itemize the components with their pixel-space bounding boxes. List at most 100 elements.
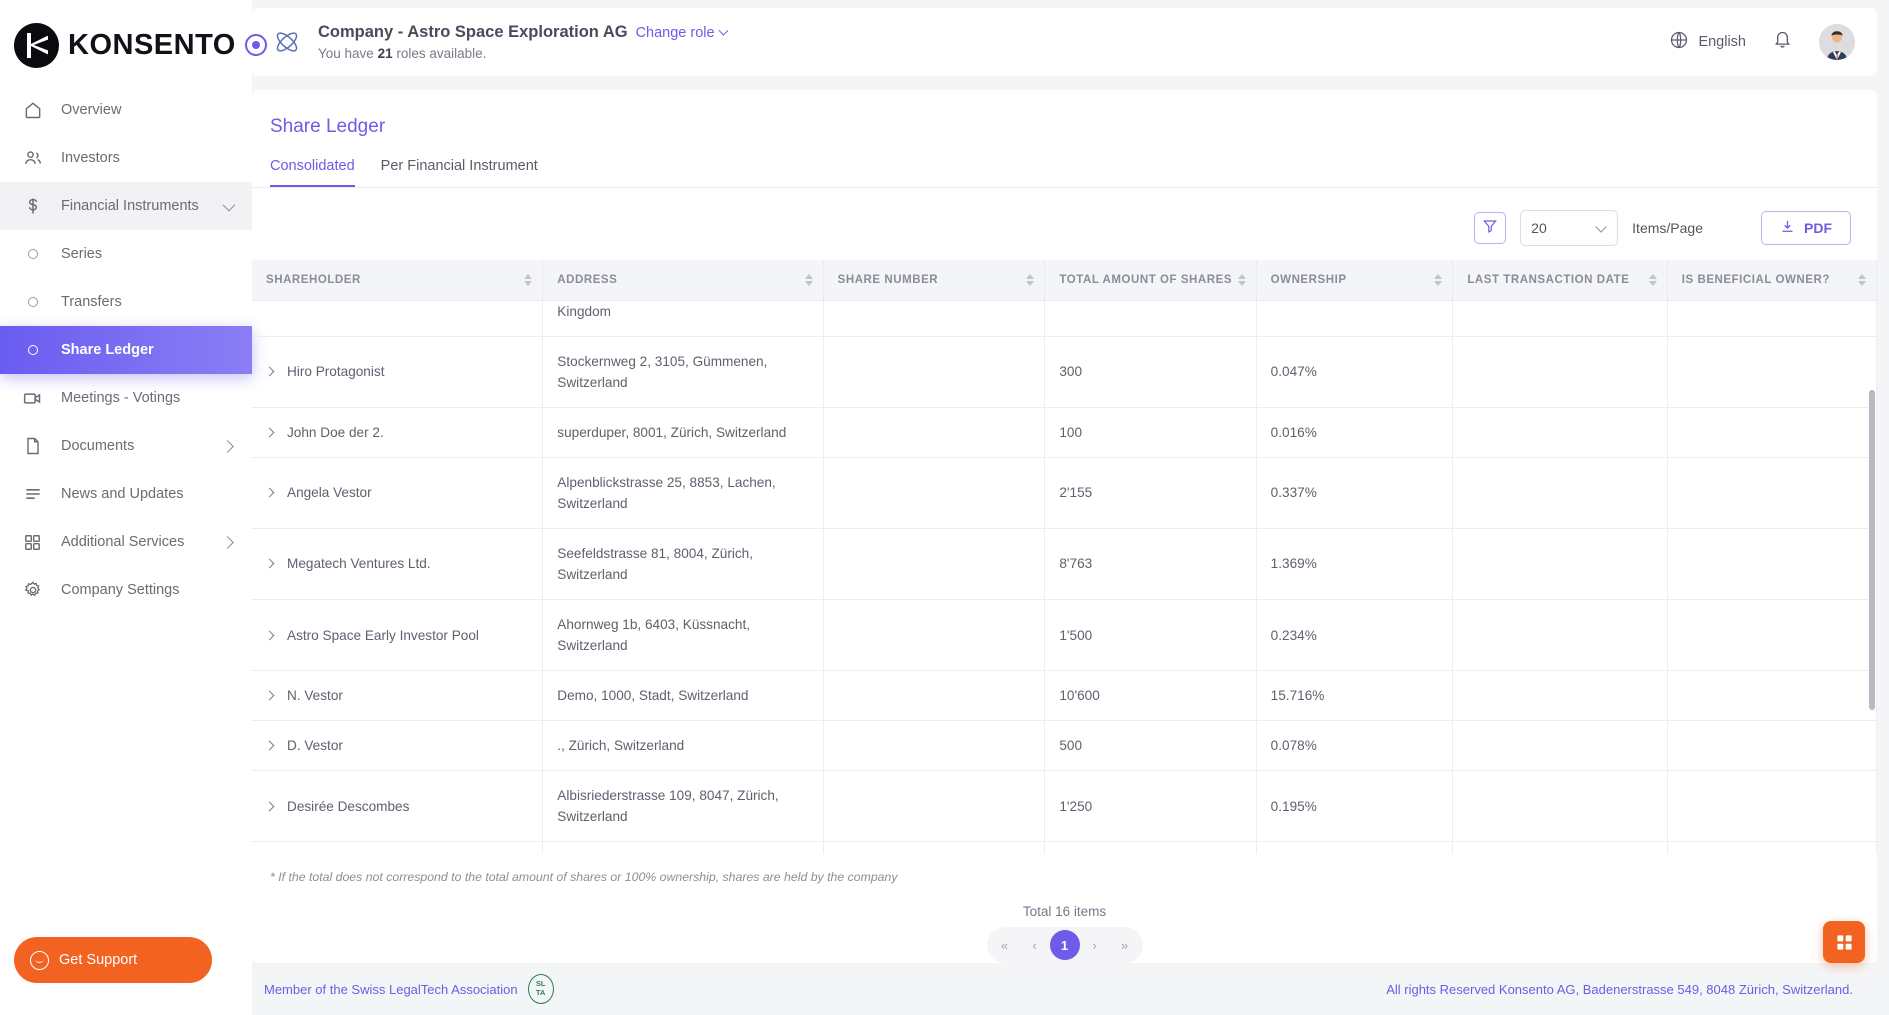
brand-logo[interactable]: KONSENTO (0, 0, 267, 68)
widget-launcher-button[interactable] (1823, 921, 1865, 963)
column-header-address[interactable]: ADDRESS (542, 260, 824, 301)
table-row[interactable]: Megatech Ventures Ltd. Seefeldstrasse 81,… (252, 528, 1877, 601)
pagination-next[interactable]: › (1080, 930, 1110, 960)
sidebar-item-news-and-updates[interactable]: News and Updates (0, 470, 252, 518)
change-role-link[interactable]: Change role (636, 25, 729, 41)
column-label: SHAREHOLDER (266, 273, 361, 286)
sidebar-item-investors[interactable]: Investors (0, 134, 252, 182)
sort-icon[interactable] (1026, 273, 1035, 286)
language-label: English (1698, 34, 1746, 50)
expand-row-icon[interactable] (264, 427, 275, 438)
sidebar: KONSENTO Overview Investors Financial In… (0, 0, 267, 1015)
cell-shareholder: D. Vestor (252, 720, 544, 772)
sidebar-item-company-settings[interactable]: Company Settings (0, 566, 252, 614)
roles-count: 21 (377, 46, 393, 61)
sidebar-item-additional-services[interactable]: Additional Services (0, 518, 252, 566)
table-toolbar: 102050100 Items/Page PDF (252, 188, 1877, 260)
cell-beneficial-owner (1667, 336, 1877, 408)
expand-row-icon[interactable] (264, 801, 275, 812)
pagination-page-1[interactable]: 1 (1049, 930, 1080, 960)
cell-beneficial-owner (1667, 841, 1877, 854)
expand-row-icon[interactable] (264, 690, 275, 701)
cell-ownership: 15.716% (1256, 670, 1454, 722)
company-title: Company - Astro Space Exploration AG (318, 23, 628, 41)
expand-row-icon[interactable] (264, 366, 275, 377)
sort-icon[interactable] (1434, 273, 1443, 286)
list-icon (22, 484, 43, 505)
expand-row-icon[interactable] (264, 630, 275, 641)
table-row-clipped[interactable]: Kingdom (252, 300, 1877, 337)
chevron-down-icon[interactable] (222, 198, 236, 211)
filter-button[interactable] (1474, 212, 1507, 244)
table-scrollbar-thumb[interactable] (1869, 390, 1875, 710)
cell-share-number (823, 720, 1046, 772)
cell-total-shares: 8'763 (1044, 528, 1257, 601)
table-row[interactable]: Klaus .Test, 1111, TEST, Afghanistan 15'0… (252, 841, 1877, 854)
topbar: Company - Astro Space Exploration AG Chan… (252, 8, 1877, 76)
footer-association-text[interactable]: Member of the Swiss LegalTech Associatio… (264, 982, 518, 997)
main-region: Company - Astro Space Exploration AG Chan… (252, 0, 1889, 1015)
chevron-right-icon[interactable] (221, 439, 234, 453)
pagination-first[interactable]: « (990, 930, 1020, 960)
sort-icon[interactable] (1648, 273, 1657, 286)
get-support-button[interactable]: Get Support (14, 937, 212, 983)
column-header-shareholder[interactable]: SHAREHOLDER (252, 260, 544, 301)
expand-row-icon[interactable] (264, 487, 275, 498)
cell-share-number (823, 407, 1046, 458)
export-pdf-button[interactable]: PDF (1761, 211, 1851, 245)
cell-share-number (823, 457, 1046, 529)
tabs: Consolidated Per Financial Instrument (252, 138, 1877, 187)
table-row[interactable]: Desirée Descombes Albisriederstrasse 109,… (252, 770, 1877, 843)
user-avatar[interactable] (1819, 24, 1855, 60)
items-per-page-select-wrap: 102050100 (1520, 210, 1619, 246)
table-row[interactable]: Angela Vestor Alpenblickstrasse 25, 8853,… (252, 457, 1877, 529)
sort-icon[interactable] (804, 273, 813, 286)
items-per-page-select[interactable]: 102050100 (1520, 210, 1619, 246)
notifications-bell-icon[interactable] (1772, 29, 1793, 55)
cell-shareholder: Klaus . (252, 841, 544, 854)
sidebar-item-share-ledger[interactable]: Share Ledger (0, 326, 252, 374)
column-header-share-number[interactable]: SHARE NUMBER (823, 260, 1046, 301)
column-header-is-beneficial-owner[interactable]: IS BENEFICIAL OWNER? (1667, 260, 1877, 301)
expand-row-icon[interactable] (264, 740, 275, 751)
table-scroll-region[interactable]: SHAREHOLDER ADDRESS SHARE NUMBER TOTAL A… (252, 260, 1877, 854)
cell-beneficial-owner (1667, 528, 1877, 601)
bullet-icon (22, 340, 43, 361)
pagination-prev[interactable]: ‹ (1020, 930, 1050, 960)
cell-total-shares: 300 (1044, 336, 1257, 408)
sidebar-item-overview[interactable]: Overview (0, 86, 252, 134)
sidebar-item-financial-instruments[interactable]: Financial Instruments (0, 182, 252, 230)
table-row[interactable]: D. Vestor ., Zürich, Switzerland 500 0.078% (252, 720, 1877, 772)
cell-last-transaction-date (1452, 670, 1668, 722)
table-row[interactable]: Hiro Protagonist Stockernweg 2, 3105, Güm… (252, 336, 1877, 408)
sort-icon[interactable] (1858, 273, 1866, 286)
bullet-icon (22, 244, 43, 265)
table-row[interactable]: Astro Space Early Investor Pool Ahornweg … (252, 599, 1877, 672)
smiley-icon (30, 950, 49, 970)
sidebar-item-transfers[interactable]: Transfers (0, 278, 252, 326)
pagination-last[interactable]: » (1110, 930, 1140, 960)
shareholder-name: N. Vestor (287, 688, 343, 704)
sort-icon[interactable] (1237, 273, 1246, 286)
column-header-last-transaction-date[interactable]: LAST TRANSACTION DATE (1452, 260, 1668, 301)
column-header-ownership[interactable]: OWNERSHIP (1256, 260, 1454, 301)
cell-address: superduper, 8001, Zürich, Switzerland (542, 407, 824, 458)
grid-icon (22, 532, 43, 553)
shareholder-name: Desirée Descombes (287, 798, 410, 814)
language-selector[interactable]: English (1669, 30, 1746, 54)
tab-consolidated[interactable]: Consolidated (270, 158, 355, 187)
table-row[interactable]: John Doe der 2. superduper, 8001, Zürich,… (252, 407, 1877, 458)
tab-per-financial-instrument[interactable]: Per Financial Instrument (381, 158, 538, 187)
sort-icon[interactable] (524, 273, 533, 286)
column-header-total-amount-of-shares[interactable]: TOTAL AMOUNT OF SHARES (1044, 260, 1257, 301)
chevron-right-icon[interactable] (221, 535, 234, 549)
sidebar-item-series[interactable]: Series (0, 230, 252, 278)
sidebar-item-label: Series (61, 246, 103, 262)
cell-beneficial-owner (1667, 300, 1877, 337)
cell-share-number (823, 599, 1046, 672)
cell-address: Seefeldstrasse 81, 8004, Zürich, Switzer… (542, 528, 824, 601)
sidebar-item-documents[interactable]: Documents (0, 422, 252, 470)
table-row[interactable]: N. Vestor Demo, 1000, Stadt, Switzerland 1… (252, 670, 1877, 722)
expand-row-icon[interactable] (264, 558, 275, 569)
sidebar-item-meetings-votings[interactable]: Meetings - Votings (0, 374, 252, 422)
